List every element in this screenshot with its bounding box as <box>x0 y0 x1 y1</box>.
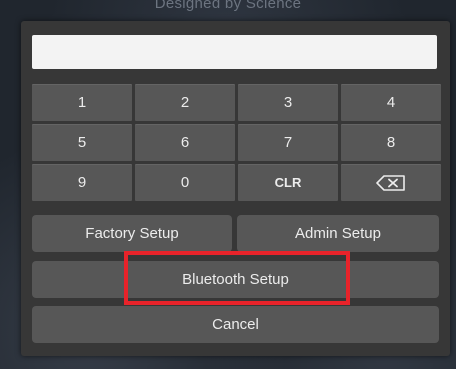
key-7[interactable]: 7 <box>238 124 338 161</box>
key-1[interactable]: 1 <box>32 84 132 121</box>
pin-dialog: 1 2 3 4 5 6 7 8 9 0 CLR Factory Setup Ad… <box>21 21 450 356</box>
pin-input[interactable] <box>32 35 437 69</box>
key-0[interactable]: 0 <box>135 164 235 201</box>
factory-setup-button[interactable]: Factory Setup <box>32 215 232 252</box>
key-5[interactable]: 5 <box>32 124 132 161</box>
key-3[interactable]: 3 <box>238 84 338 121</box>
keypad: 1 2 3 4 5 6 7 8 9 0 CLR <box>32 84 441 201</box>
cancel-button[interactable]: Cancel <box>32 306 439 343</box>
key-6[interactable]: 6 <box>135 124 235 161</box>
tagline: Designed by Science <box>154 0 302 12</box>
key-2[interactable]: 2 <box>135 84 235 121</box>
admin-setup-button[interactable]: Admin Setup <box>237 215 439 252</box>
bluetooth-setup-button[interactable]: Bluetooth Setup <box>32 261 439 298</box>
key-9[interactable]: 9 <box>32 164 132 201</box>
clear-button[interactable]: CLR <box>238 164 338 201</box>
backspace-button[interactable] <box>341 164 441 201</box>
key-4[interactable]: 4 <box>341 84 441 121</box>
key-8[interactable]: 8 <box>341 124 441 161</box>
backspace-icon <box>376 174 405 191</box>
